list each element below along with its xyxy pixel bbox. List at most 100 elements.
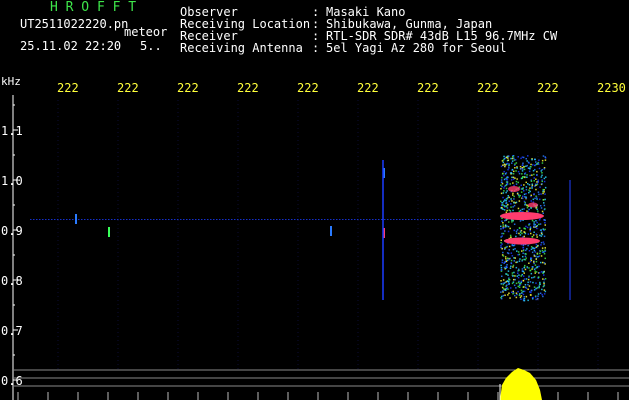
burst-pixel — [533, 262, 535, 265]
carrier-trace — [252, 219, 254, 220]
carrier-trace — [141, 219, 143, 220]
burst-pixel — [537, 295, 539, 297]
burst-pixel — [526, 176, 528, 178]
burst-pixel — [522, 275, 525, 277]
burst-pixel — [543, 235, 546, 238]
burst-pixel — [513, 257, 515, 259]
carrier-trace — [54, 219, 56, 220]
burst-pixel — [530, 246, 533, 248]
carrier-trace — [384, 219, 386, 220]
burst-pixel — [534, 272, 536, 274]
burst-pixel — [528, 285, 531, 287]
time-tick-label: 222 — [177, 81, 199, 95]
burst-pixel — [506, 178, 508, 181]
burst-pixel — [541, 210, 544, 213]
burst-pixel — [519, 296, 522, 299]
burst-pixel — [500, 236, 502, 238]
carrier-trace — [390, 219, 392, 220]
burst-pixel — [529, 294, 532, 296]
burst-pixel — [500, 291, 502, 293]
burst-pixel — [530, 248, 533, 250]
burst-pixel — [507, 294, 509, 296]
burst-pixel — [514, 257, 516, 259]
carrier-trace — [237, 219, 239, 220]
burst-pixel — [516, 275, 518, 277]
burst-pixel — [501, 176, 503, 179]
burst-pixel — [520, 184, 522, 186]
meteor-label: meteor — [124, 25, 168, 39]
burst-pixel — [500, 184, 502, 186]
burst-pixel — [501, 275, 503, 277]
burst-pixel — [540, 244, 542, 246]
carrier-trace — [249, 219, 251, 220]
time-tick-label: 222 — [417, 81, 439, 95]
burst-pixel — [507, 274, 509, 276]
burst-pixel — [538, 167, 541, 170]
burst-pixel — [500, 264, 502, 267]
burst-pixel — [505, 202, 508, 204]
time-tick-label: 2230 — [597, 81, 626, 95]
burst-pixel — [543, 278, 546, 281]
burst-pixel — [519, 227, 521, 229]
carrier-trace — [165, 219, 167, 220]
burst-pixel — [538, 193, 540, 196]
burst-pixel — [521, 232, 523, 235]
burst-pixel — [537, 256, 539, 258]
carrier-trace — [423, 219, 425, 220]
carrier-trace — [360, 219, 362, 220]
burst-pixel — [500, 228, 502, 230]
burst-pixel — [536, 208, 538, 211]
info-value-antenna: 5el Yagi Az 280 for Seoul — [326, 41, 507, 55]
burst-pixel — [503, 174, 505, 177]
burst-pixel — [527, 278, 530, 281]
burst-pixel — [514, 202, 517, 204]
filename-label: UT2511022220.pn — [20, 17, 129, 31]
burst-pixel — [520, 191, 523, 193]
burst-pixel — [523, 184, 525, 186]
burst-pixel — [513, 170, 515, 173]
burst-pixel — [531, 236, 533, 238]
burst-pixel — [500, 200, 502, 203]
burst-pixel — [515, 183, 518, 185]
signal-blip — [330, 226, 332, 236]
burst-pixel — [513, 260, 515, 262]
burst-pixel — [544, 290, 547, 293]
burst-pixel — [506, 162, 509, 165]
burst-pixel — [505, 211, 508, 214]
burst-pixel — [508, 245, 511, 248]
freq-tick-label: 0.7 — [1, 324, 23, 338]
burst-pixel — [506, 176, 509, 178]
burst-pixel — [537, 191, 540, 193]
carrier-trace — [462, 219, 464, 220]
burst-pixel — [524, 196, 526, 198]
burst-pixel — [540, 176, 543, 178]
burst-pixel — [522, 162, 524, 164]
carrier-trace — [459, 219, 461, 220]
burst-pixel — [542, 192, 544, 195]
carrier-trace — [303, 219, 305, 220]
carrier-trace — [189, 219, 191, 220]
carrier-trace — [213, 219, 215, 220]
carrier-trace — [387, 219, 389, 220]
burst-pixel — [510, 206, 512, 208]
burst-pixel — [527, 233, 530, 235]
burst-pixel — [519, 234, 522, 236]
carrier-trace — [180, 219, 182, 220]
burst-pixel — [543, 251, 545, 253]
burst-pixel — [517, 285, 519, 288]
burst-pixel — [501, 259, 504, 261]
carrier-trace — [105, 219, 107, 220]
info-sep: : — [312, 41, 320, 55]
burst-pixel — [521, 156, 524, 158]
burst-pixel — [501, 261, 503, 264]
carrier-trace — [378, 219, 380, 220]
burst-pixel — [537, 297, 539, 300]
burst-pixel — [508, 209, 511, 211]
carrier-trace — [309, 219, 311, 220]
burst-pixel — [525, 225, 527, 228]
burst-pixel — [538, 159, 540, 161]
burst-pixel — [518, 172, 521, 175]
burst-pixel — [523, 297, 526, 300]
burst-pixel — [542, 295, 544, 298]
burst-pixel — [511, 291, 513, 293]
